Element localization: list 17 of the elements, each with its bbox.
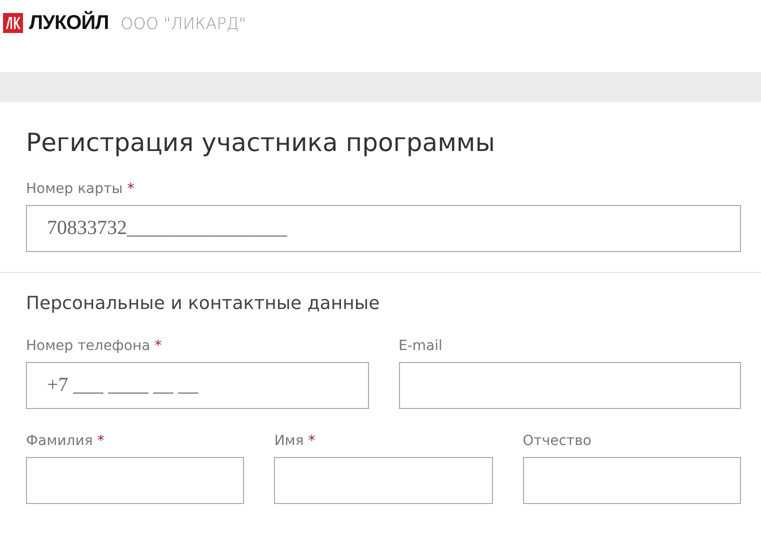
card-number-field[interactable]: 70833732________________ bbox=[26, 205, 741, 252]
field-label: Номер телефона * bbox=[26, 338, 163, 354]
field-label: Имя * bbox=[274, 433, 316, 449]
input-field[interactable] bbox=[522, 457, 741, 504]
input-field[interactable] bbox=[26, 457, 244, 504]
input-field[interactable]: +7 ___ ____ __ __ bbox=[26, 362, 368, 409]
field-label: E-mail bbox=[398, 338, 444, 354]
company-name: ООО "ЛИКАРД" bbox=[120, 14, 246, 32]
page-title: Регистрация участника программы bbox=[26, 128, 496, 157]
brand-name: ЛУКОЙЛ bbox=[29, 12, 109, 34]
field-label: Отчество bbox=[522, 433, 592, 449]
field-label: Номер карты * bbox=[26, 181, 136, 197]
input-field[interactable] bbox=[398, 362, 741, 409]
logo-icon bbox=[3, 13, 23, 33]
section-title: Персональные и контактные данные bbox=[26, 293, 381, 314]
input-field[interactable] bbox=[274, 457, 493, 504]
field-label: Фамилия * bbox=[26, 433, 106, 449]
